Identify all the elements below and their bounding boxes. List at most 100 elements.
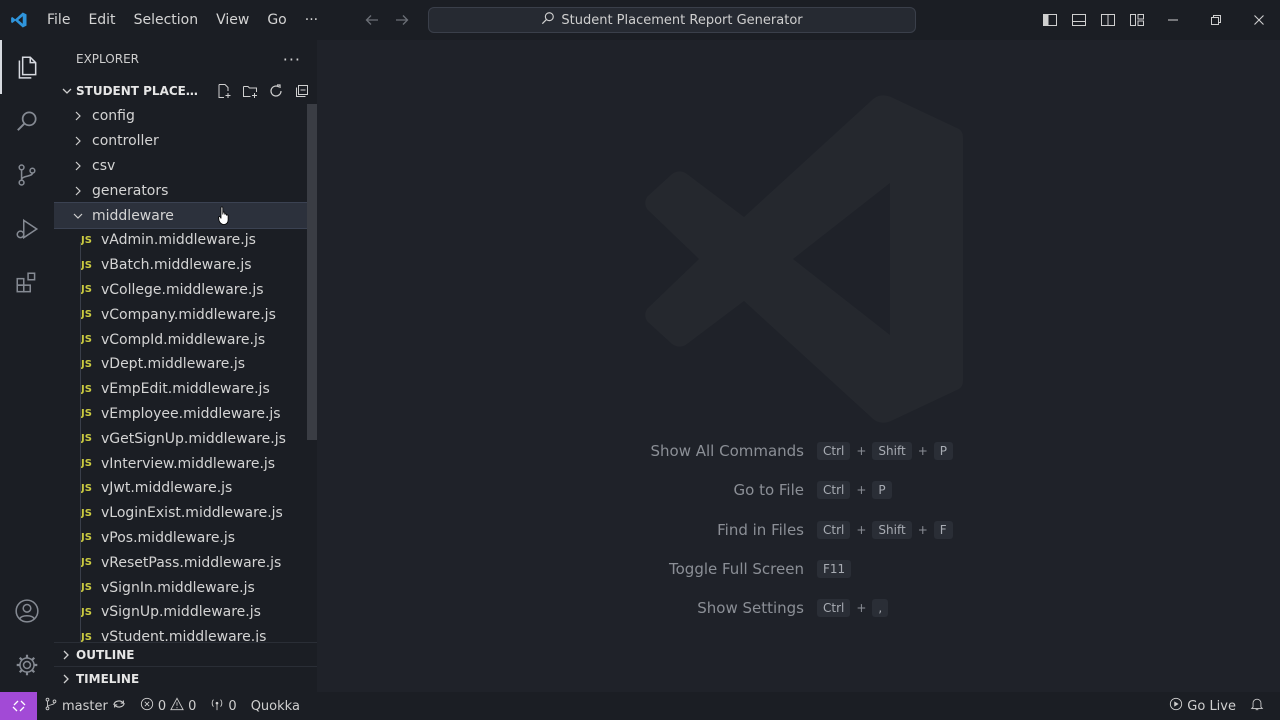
chevron-right-icon xyxy=(60,673,76,685)
source-control-icon[interactable] xyxy=(0,148,54,202)
restore-icon[interactable] xyxy=(1194,0,1237,40)
accounts-icon[interactable] xyxy=(0,584,54,638)
menu-selection[interactable]: Selection xyxy=(125,0,208,40)
vscode-logo-icon xyxy=(0,0,38,40)
file-item[interactable]: JS vStudent.middleware.js xyxy=(54,625,317,642)
menu-go[interactable]: Go xyxy=(258,0,295,40)
menu-more[interactable]: ··· xyxy=(296,0,327,40)
javascript-file-icon: JS xyxy=(81,482,92,494)
file-item[interactable]: JS vSignIn.middleware.js xyxy=(54,575,317,600)
quokka-status[interactable]: Quokka xyxy=(244,692,307,720)
gear-icon[interactable] xyxy=(0,638,54,692)
forward-arrow-icon[interactable] xyxy=(392,10,412,30)
file-item[interactable]: JS vGetSignUp.middleware.js xyxy=(54,426,317,451)
file-item[interactable]: JS vLoginExist.middleware.js xyxy=(54,501,317,526)
file-item[interactable]: JS vPos.middleware.js xyxy=(54,526,317,551)
file-item[interactable]: JS vCollege.middleware.js xyxy=(54,278,317,303)
file-item[interactable]: JS vCompId.middleware.js xyxy=(54,327,317,352)
explorer-icon[interactable] xyxy=(0,40,54,94)
command-center[interactable]: Student Placement Report Generator xyxy=(428,7,916,33)
menu-view[interactable]: View xyxy=(207,0,258,40)
javascript-file-icon: JS xyxy=(81,433,92,445)
shortcut-keys: Ctrl + Shift + F xyxy=(817,521,953,539)
customize-layout-icon[interactable] xyxy=(1122,0,1151,40)
file-item[interactable]: JS vEmpEdit.middleware.js xyxy=(54,377,317,402)
javascript-file-icon: JS xyxy=(81,408,92,420)
file-name: vJwt.middleware.js xyxy=(101,480,233,497)
error-icon xyxy=(140,697,154,715)
file-name: vPos.middleware.js xyxy=(101,529,236,546)
new-file-icon[interactable] xyxy=(214,81,234,101)
sync-icon[interactable] xyxy=(112,697,126,715)
folder-csv[interactable]: csv xyxy=(54,154,317,179)
key: Ctrl xyxy=(817,442,851,460)
toggle-secondary-sidebar-icon[interactable] xyxy=(1093,0,1122,40)
file-name: vLoginExist.middleware.js xyxy=(101,505,283,522)
timeline-section[interactable]: TIMELINE xyxy=(54,666,317,690)
file-item[interactable]: JS vEmployee.middleware.js xyxy=(54,402,317,427)
run-and-debug-icon[interactable] xyxy=(0,202,54,256)
outline-label: OUTLINE xyxy=(76,647,135,662)
menu-bar: File Edit Selection View Go ··· xyxy=(38,0,327,40)
key: Ctrl xyxy=(817,599,851,617)
remote-indicator-icon[interactable] xyxy=(0,692,37,720)
shortcut-keys: Ctrl + , xyxy=(817,599,889,617)
file-item[interactable]: JS vDept.middleware.js xyxy=(54,352,317,377)
file-name: vBatch.middleware.js xyxy=(101,257,252,274)
menu-file[interactable]: File xyxy=(38,0,79,40)
javascript-file-icon: JS xyxy=(81,234,92,246)
minimize-icon[interactable] xyxy=(1151,0,1194,40)
file-item[interactable]: JS vInterview.middleware.js xyxy=(54,451,317,476)
toggle-primary-sidebar-icon[interactable] xyxy=(1035,0,1064,40)
javascript-file-icon: JS xyxy=(81,606,92,618)
project-root[interactable]: STUDENT PLACEMENT REPORT GENERATOR xyxy=(54,78,317,104)
back-arrow-icon[interactable] xyxy=(362,10,382,30)
explorer-sidebar: EXPLORER ··· STUDENT PLACEMENT REPORT GE… xyxy=(54,40,317,692)
toggle-panel-icon[interactable] xyxy=(1064,0,1093,40)
project-actions xyxy=(214,81,312,101)
folder-label: generators xyxy=(92,182,169,199)
file-item[interactable]: JS vAdmin.middleware.js xyxy=(54,228,317,253)
key: Shift xyxy=(872,442,912,460)
shortcut-label: Toggle Full Screen xyxy=(669,560,804,578)
extensions-icon[interactable] xyxy=(0,256,54,310)
key: P xyxy=(933,442,954,460)
close-icon[interactable] xyxy=(1237,0,1280,40)
shortcut-toggle-full-screen: Toggle Full Screen F11 xyxy=(317,558,1280,580)
folder-generators[interactable]: generators xyxy=(54,178,317,203)
file-item[interactable]: JS vBatch.middleware.js xyxy=(54,253,317,278)
go-live-button[interactable]: Go Live xyxy=(1162,692,1243,720)
file-item[interactable]: JS vJwt.middleware.js xyxy=(54,476,317,501)
more-actions-icon[interactable]: ··· xyxy=(283,50,301,69)
menu-edit[interactable]: Edit xyxy=(79,0,124,40)
search-icon[interactable] xyxy=(0,94,54,148)
notifications-button[interactable] xyxy=(1243,692,1280,720)
new-folder-icon[interactable] xyxy=(240,81,260,101)
folder-middleware[interactable]: middleware xyxy=(54,202,317,229)
file-item[interactable]: JS vSignUp.middleware.js xyxy=(54,600,317,625)
javascript-file-icon: JS xyxy=(81,532,92,544)
sidebar-scrollbar[interactable] xyxy=(307,104,317,440)
refresh-icon[interactable] xyxy=(266,81,286,101)
problems-status[interactable]: 0 0 xyxy=(133,692,204,720)
file-name: vEmpEdit.middleware.js xyxy=(101,381,270,398)
outline-section[interactable]: OUTLINE xyxy=(54,642,317,666)
ports-status[interactable]: 0 xyxy=(203,692,243,720)
branch-status[interactable]: master xyxy=(37,692,133,720)
broadcast-icon xyxy=(210,697,224,715)
javascript-file-icon: JS xyxy=(81,507,92,519)
activity-bar-bottom xyxy=(0,584,54,692)
javascript-file-icon: JS xyxy=(81,309,92,321)
folder-controller[interactable]: controller xyxy=(54,129,317,154)
file-item[interactable]: JS vCompany.middleware.js xyxy=(54,302,317,327)
chevron-right-icon xyxy=(72,110,92,122)
explorer-title: EXPLORER xyxy=(76,52,139,66)
source-branch-icon xyxy=(44,697,58,715)
key-separator: + xyxy=(917,523,928,537)
key: P xyxy=(872,481,892,499)
folder-config[interactable]: config xyxy=(54,104,317,129)
collapse-all-icon[interactable] xyxy=(292,81,312,101)
file-item[interactable]: JS vResetPass.middleware.js xyxy=(54,550,317,575)
middleware-file-list: JS vAdmin.middleware.js JS vBatch.middlewar… xyxy=(54,228,317,642)
shortcut-show-settings: Show Settings Ctrl + , xyxy=(317,597,1280,619)
